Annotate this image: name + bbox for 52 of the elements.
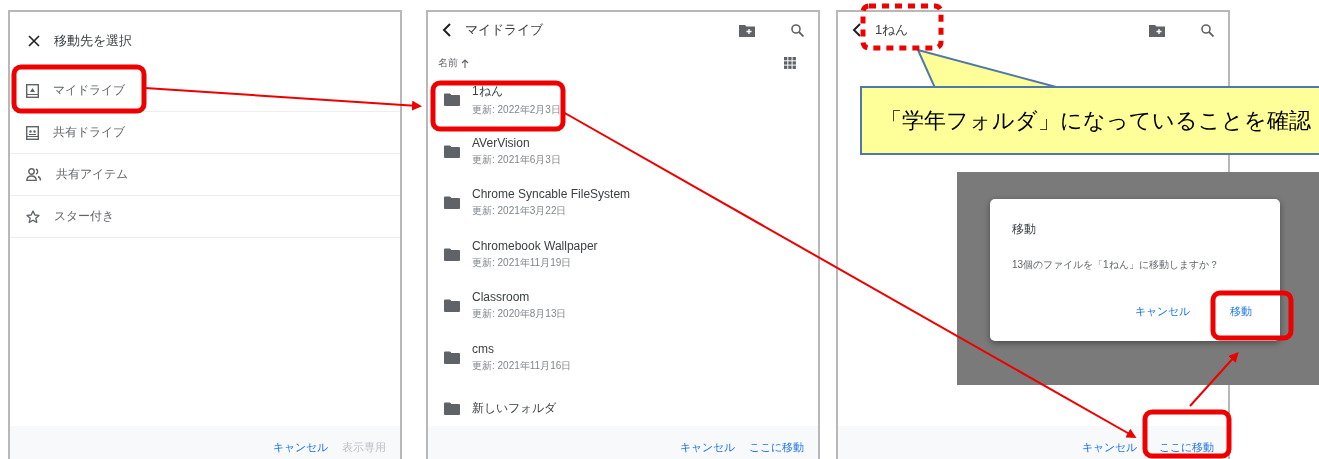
shared-drive-icon <box>26 125 39 140</box>
new-folder-icon[interactable] <box>739 23 755 37</box>
cancel-button[interactable]: キャンセル <box>1082 440 1137 455</box>
cancel-button[interactable]: キャンセル <box>1135 304 1190 319</box>
folder-name[interactable]: Chrome Syncable FileSystem <box>472 187 631 202</box>
folder-icon <box>444 402 460 416</box>
folder-icon <box>444 299 460 313</box>
star-icon <box>26 209 40 224</box>
folder-name[interactable]: AVerVision <box>472 135 561 150</box>
folder-icon <box>444 93 460 107</box>
folder-icon <box>444 247 460 261</box>
modified-date: 更新: 2021年11月16日 <box>472 358 572 373</box>
arrow <box>1189 352 1239 407</box>
folder-icon <box>444 196 460 210</box>
move-here-button[interactable]: ここに移動 <box>1159 440 1214 455</box>
modified-date: 更新: 2022年2月3日 <box>472 102 561 117</box>
folder-name[interactable]: 新しいフォルダ <box>472 400 556 418</box>
search-icon[interactable] <box>791 23 804 37</box>
close-icon[interactable] <box>28 35 40 47</box>
back-icon[interactable] <box>442 23 451 37</box>
new-folder-icon[interactable] <box>1149 23 1165 37</box>
folder-name[interactable]: Chromebook Wallpaper <box>472 238 598 253</box>
modified-date: 更新: 2020年8月13日 <box>472 307 567 322</box>
modified-date: 更新: 2021年11月19日 <box>472 255 573 270</box>
back-icon[interactable] <box>852 23 861 37</box>
location-label[interactable]: 共有アイテム <box>56 166 128 183</box>
folder-name[interactable]: Classroom <box>472 290 567 305</box>
move-here-button[interactable]: ここに移動 <box>749 440 804 455</box>
drive-icon <box>26 83 39 98</box>
callout-text: 「学年フォルダ」になっていることを確認 <box>880 106 1311 135</box>
dialog-title: 移動 <box>1012 221 1037 238</box>
location-label[interactable]: 共有ドライブ <box>53 124 125 141</box>
cancel-button[interactable]: キャンセル <box>680 440 735 455</box>
move-button[interactable]: 移動 <box>1230 304 1252 319</box>
up-arrow-icon[interactable] <box>461 58 469 68</box>
modified-date: 更新: 2021年3月22日 <box>472 204 568 219</box>
dialog-message: 13個のファイルを「1ねん」に移動しますか？ <box>1012 258 1220 272</box>
people-icon <box>26 168 42 181</box>
folder-icon <box>444 350 460 364</box>
picker-title: 移動先を選択 <box>54 32 133 50</box>
location-label[interactable]: スター付き <box>54 208 114 225</box>
folder-name[interactable]: 1ねん <box>472 82 561 100</box>
folder-title: マイドライブ <box>465 21 544 39</box>
grid-view-icon[interactable] <box>784 57 796 69</box>
location-label[interactable]: マイドライブ <box>53 82 125 99</box>
search-icon[interactable] <box>1201 23 1214 37</box>
folder-icon <box>444 144 460 158</box>
modified-date: 更新: 2021年6月3日 <box>472 152 561 167</box>
folder-title: 1ねん <box>875 21 910 39</box>
cancel-button[interactable]: キャンセル <box>273 440 328 455</box>
folder-name[interactable]: cms <box>472 341 572 356</box>
sort-label[interactable]: 名前 <box>438 56 458 70</box>
